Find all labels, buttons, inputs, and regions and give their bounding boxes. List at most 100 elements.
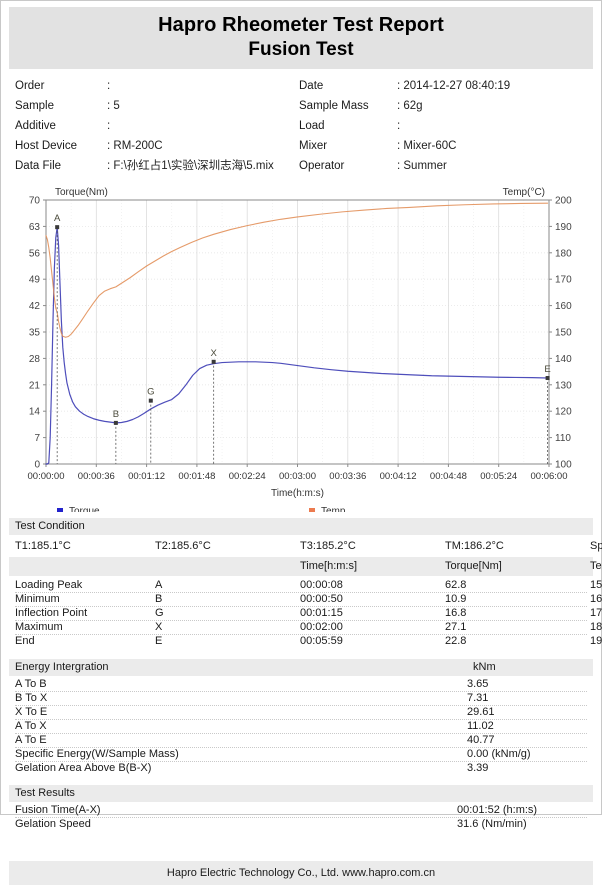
- result-name: Fusion Time(A-X): [15, 804, 101, 816]
- test-condition-title: Test Condition: [15, 520, 85, 532]
- marker-point-X: [211, 359, 216, 364]
- energy-integration-panel: Energy Intergration kNm A To B 3.65 B To X…: [9, 659, 593, 779]
- load-value: :: [397, 120, 401, 132]
- condition-0: T1:185.1°C: [15, 540, 71, 552]
- point-code: X: [155, 621, 163, 633]
- mixer-value: : Mixer-60C: [397, 140, 457, 152]
- point-torque: 27.1: [445, 621, 467, 633]
- condition-1: T2:185.6°C: [155, 540, 211, 552]
- energy-name: Specific Energy(W/Sample Mass): [15, 748, 179, 760]
- y-axis-tick-label: 28: [29, 354, 41, 365]
- energy-title: Energy Intergration: [15, 661, 109, 673]
- marker-label-G: G: [147, 387, 154, 398]
- y2-axis-tick-label: 120: [555, 407, 572, 418]
- x-axis-tick-label: 00:00:00: [28, 471, 65, 482]
- table-row: Inflection Point G 00:01:15 16.8 176.4: [15, 607, 602, 621]
- table-row: Specific Energy(W/Sample Mass) 0.00 (kNm/…: [15, 748, 587, 762]
- y2-axis-tick-label: 140: [555, 354, 572, 365]
- y2-axis-title: Temp(°C): [503, 187, 545, 198]
- marker-point-A: [55, 225, 60, 230]
- marker-label-X: X: [210, 348, 217, 359]
- x-axis-tick-label: 00:04:48: [430, 471, 467, 482]
- energy-value: 3.39: [467, 762, 489, 774]
- y2-axis-tick-label: 130: [555, 380, 572, 391]
- x-axis-title: Time(h:m:s): [271, 488, 324, 499]
- point-name: Maximum: [15, 621, 63, 633]
- y2-axis-tick-label: 170: [555, 275, 572, 286]
- y2-axis-tick-label: 160: [555, 301, 572, 312]
- table-row: X To E 29.61: [15, 706, 587, 720]
- table-row: Gelation Speed 31.6 (Nm/min): [15, 818, 587, 832]
- point-temp: 176.4: [590, 607, 602, 619]
- point-code: E: [155, 635, 163, 647]
- point-code: B: [155, 593, 163, 605]
- page-subtitle: Fusion Test: [248, 39, 354, 60]
- energy-value: 29.61: [467, 706, 495, 718]
- point-torque: 22.8: [445, 635, 467, 647]
- marker-point-G: [148, 398, 153, 403]
- point-column-header-3: Torque[Nm]: [445, 560, 502, 572]
- x-axis-tick-label: 00:02:24: [229, 471, 266, 482]
- data-file-value: : F:\孙红占1\实验\深圳志海\5.mix: [107, 160, 274, 172]
- report-page: Hapro Rheometer Test Report Fusion Test …: [0, 0, 602, 885]
- energy-name: A To X: [15, 720, 47, 732]
- point-time: 00:02:00: [300, 621, 343, 633]
- sample-mass-label: Sample Mass: [299, 100, 369, 112]
- point-time: 00:00:50: [300, 593, 343, 605]
- order-label: Order: [15, 80, 45, 92]
- point-name: End: [15, 635, 35, 647]
- point-code: G: [155, 607, 164, 619]
- test-condition-panel: Test Condition T1:185.1°C T2:185.6°C T3:18…: [9, 518, 602, 653]
- report-title-bar: Hapro Rheometer Test Report Fusion Test: [9, 7, 593, 69]
- result-value: 31.6 (Nm/min): [457, 818, 527, 830]
- page-title: Hapro Rheometer Test Report: [158, 14, 444, 36]
- table-row: Maximum X 00:02:00 27.1 187.6: [15, 621, 602, 635]
- energy-value: 7.31: [467, 692, 489, 704]
- host-device-label: Host Device: [15, 140, 77, 152]
- table-row: Minimum B 00:00:50 10.9 167.1: [15, 593, 602, 607]
- y2-axis-tick-label: 150: [555, 328, 572, 339]
- y-axis-tick-label: 49: [29, 275, 41, 286]
- table-row: A To B 3.65: [15, 678, 587, 692]
- point-torque: 10.9: [445, 593, 467, 605]
- point-name: Inflection Point: [15, 607, 88, 619]
- torque-temperature-chart: 0 7 14 21 28 35 42 49 56 63 70 100 110 120 130 140 150 16…: [9, 182, 595, 512]
- order-value: :: [107, 80, 111, 92]
- point-table: Loading Peak A 00:00:08 62.8 157.4 Minimum B 00…: [9, 576, 602, 653]
- point-temp: 187.6: [590, 621, 602, 633]
- x-axis-tick-label: 00:03:00: [279, 471, 316, 482]
- x-axis-tick-label: 00:01:12: [128, 471, 165, 482]
- date-value: : 2014-12-27 08:40:19: [397, 80, 511, 92]
- y-axis-tick-label: 14: [29, 407, 41, 418]
- energy-name: A To B: [15, 678, 47, 690]
- y-axis-tick-label: 0: [34, 460, 40, 471]
- marker-label-A: A: [54, 213, 61, 224]
- marker-label-B: B: [113, 409, 119, 420]
- result-value: 00:01:52 (h:m:s): [457, 804, 538, 816]
- sample-mass-value: : 62g: [397, 100, 423, 112]
- point-name: Minimum: [15, 593, 60, 605]
- point-torque: 16.8: [445, 607, 467, 619]
- energy-unit: kNm: [473, 661, 496, 673]
- y-axis-tick-label: 63: [29, 222, 41, 233]
- condition-2: T3:185.2°C: [300, 540, 356, 552]
- energy-value: 0.00 (kNm/g): [467, 748, 531, 760]
- chart-background: [9, 182, 595, 512]
- y-axis-tick-label: 35: [29, 328, 41, 339]
- x-axis-tick-label: 00:05:24: [480, 471, 517, 482]
- results-spacer: [9, 835, 593, 849]
- marker-point-B: [113, 420, 118, 425]
- point-time: 00:01:15: [300, 607, 343, 619]
- y-axis-tick-label: 70: [29, 196, 41, 207]
- y2-axis-tick-label: 200: [555, 196, 572, 207]
- table-row: A To X 11.02: [15, 720, 587, 734]
- x-axis-tick-label: 00:06:00: [531, 471, 568, 482]
- condition-4: Speed:49.9rpm: [590, 540, 602, 552]
- marker-label-E: E: [544, 364, 550, 375]
- table-row: A To E 40.77: [15, 734, 587, 748]
- chart-svg: 0 7 14 21 28 35 42 49 56 63 70 100 110 120 130 140 150 16…: [9, 182, 595, 512]
- table-row: B To X 7.31: [15, 692, 587, 706]
- x-axis-tick-label: 00:04:12: [380, 471, 417, 482]
- energy-name: A To E: [15, 734, 47, 746]
- table-row: Gelation Area Above B(B-X) 3.39: [15, 762, 587, 776]
